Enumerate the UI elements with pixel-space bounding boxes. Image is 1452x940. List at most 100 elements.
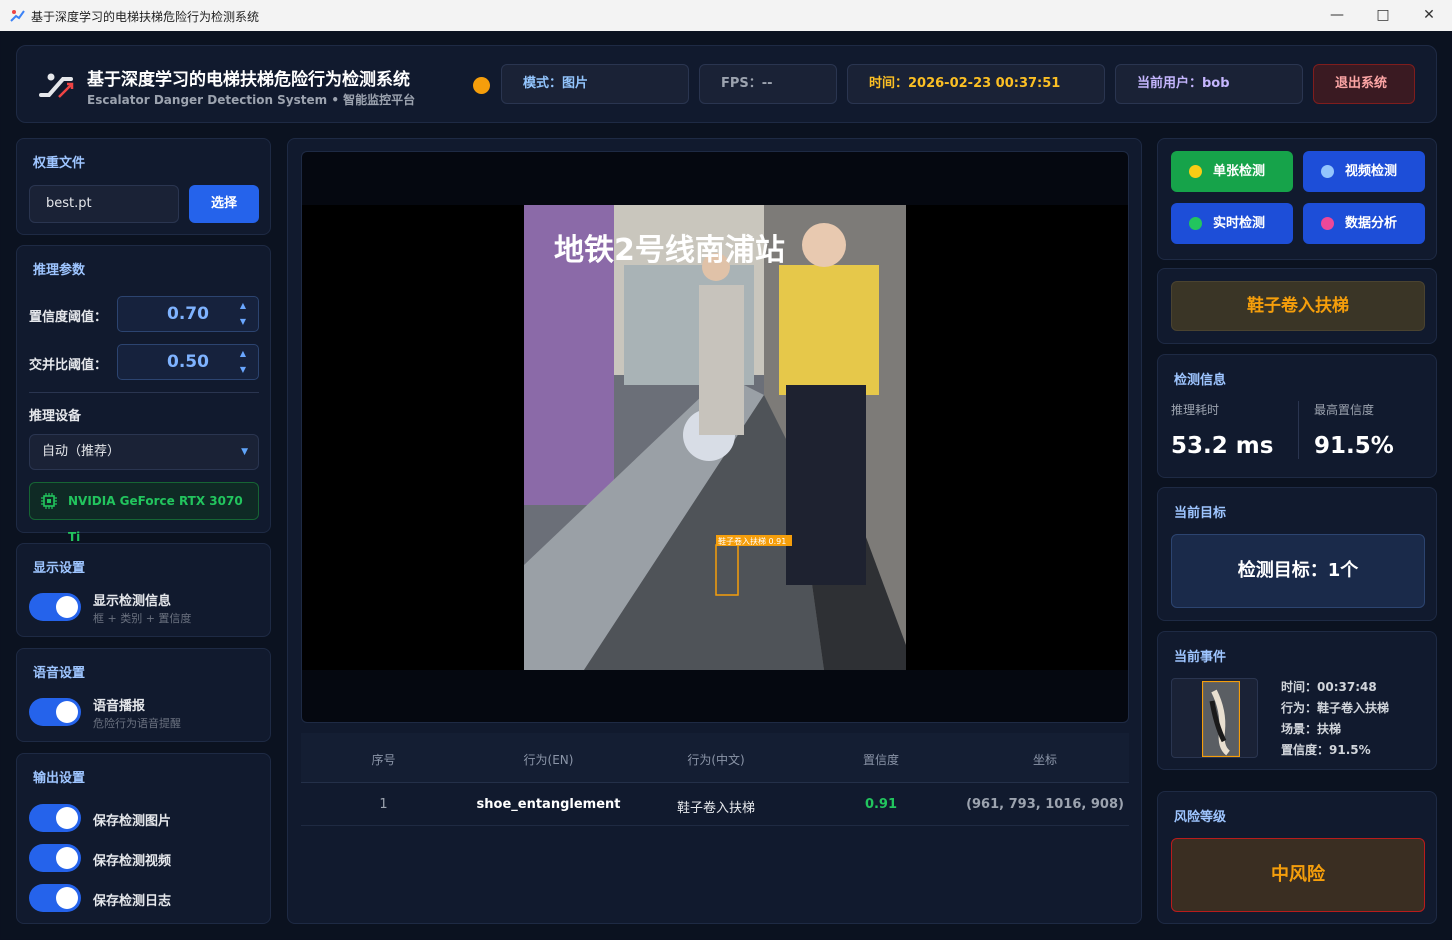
event-time: 时间：00:37:48 [1281,680,1377,694]
column-header[interactable]: 序号 [301,751,466,768]
minimize-button[interactable]: — [1314,0,1360,31]
event-thumbnail [1171,678,1258,758]
weights-panel: 权重文件 best.pt 选择 [16,138,271,235]
target-title: 当前目标 [1174,506,1227,521]
weights-title: 权重文件 [33,156,86,171]
voice-toggle[interactable] [29,698,81,726]
risk-panel: 风险等级 中风险 [1157,791,1437,924]
table-cell[interactable]: shoe_entanglement [466,797,631,812]
alert-panel: 鞋子卷入扶梯 [1157,268,1437,344]
max-confidence-label: 最高置信度 [1314,403,1375,417]
status-indicator [473,77,490,94]
button-label: 实时检测 [1213,216,1266,231]
display-panel: 显示设置 显示检测信息 框 + 类别 + 置信度 [16,543,271,637]
table-cell[interactable]: 0.91 [801,797,961,812]
iou-label: 交并比阈值： [29,358,108,373]
single-detect-button[interactable]: 单张检测 [1171,151,1293,192]
app-subtitle: Escalator Danger Detection System • 智能监控… [87,93,416,107]
current-alert: 鞋子卷入扶梯 [1171,281,1425,331]
status-dot-icon [1321,217,1334,230]
window-title: 基于深度学习的电梯扶梯危险行为检测系统 [31,10,260,24]
confidence-value: 0.70 [167,304,209,324]
display-title: 显示设置 [33,561,86,576]
inference-panel: 推理参数 置信度阈值： 0.70 ▲ ▼ 交并比阈值： 0.50 ▲ ▼ 推理设… [16,245,271,544]
show-info-label: 显示检测信息 [93,594,172,609]
target-count: 检测目标：1个 [1171,534,1425,608]
save-log-toggle[interactable] [29,884,81,912]
voice-label: 语音播报 [93,699,146,714]
results-table: 序号 行为(EN) 行为(中文) 置信度 坐标 1 shoe_entanglement 鞋子卷… [301,733,1129,827]
data-analysis-button[interactable]: 数据分析 [1303,203,1425,244]
image-viewer: 地铁2号线南浦站 鞋子卷入扶梯 0.91 [301,151,1129,723]
event-action: 行为：鞋子卷入扶梯 [1281,701,1390,715]
event-snapshot [1202,681,1240,757]
detection-box-label: 鞋子卷入扶梯 0.91 [718,536,786,546]
device-title: 推理设备 [29,409,82,424]
column-header[interactable]: 置信度 [801,751,961,768]
table-cell[interactable]: 1 [301,797,466,812]
divider [29,392,259,393]
table-cell[interactable]: 鞋子卷入扶梯 [631,797,801,816]
mode-buttons-panel: 单张检测 视频检测实时检测 数据分析 [1157,138,1437,260]
close-button[interactable]: ✕ [1406,0,1452,31]
status-dot-icon [1321,165,1334,178]
save-image-toggle[interactable] [29,804,81,832]
inference-time-value: 53.2 ms [1171,433,1274,459]
divider [1298,401,1299,459]
window-titlebar: 基于深度学习的电梯扶梯危险行为检测系统 — □ ✕ [0,0,1452,31]
save-log-label: 保存检测日志 [93,894,172,909]
event-scene: 场景：扶梯 [1281,722,1342,736]
image-caption: 地铁2号线南浦站 [554,233,785,268]
stepper-up-icon[interactable]: ▲ [240,350,246,358]
column-header[interactable]: 行为(EN) [466,751,631,768]
column-header[interactable]: 行为(中文) [631,751,801,768]
show-info-toggle[interactable] [29,593,81,621]
event-confidence: 置信度：91.5% [1281,743,1371,757]
button-label: 视频检测 [1345,164,1398,179]
detection-info-title: 检测信息 [1174,373,1227,388]
clock-display: 时间：2026-02-23 00:37:51 [847,64,1105,104]
weights-file-field[interactable]: best.pt [29,185,179,223]
video-detect-button[interactable]: 视频检测 [1303,151,1425,192]
chip-icon [41,493,57,509]
risk-level-badge: 中风险 [1171,838,1425,912]
center-panel: 地铁2号线南浦站 鞋子卷入扶梯 0.91 序号 行为(EN) 行为(中文) 置信度 坐标… [287,138,1142,924]
button-label: 数据分析 [1345,216,1398,231]
inference-time-label: 推理耗时 [1171,403,1220,417]
iou-value: 0.50 [167,352,209,372]
maximize-button[interactable]: □ [1360,0,1406,31]
confidence-stepper[interactable]: 0.70 ▲ ▼ [117,296,259,332]
device-select[interactable]: 自动（推荐） ▼ [29,434,259,470]
event-title: 当前事件 [1174,650,1227,665]
fps-display: FPS：-- [699,64,837,104]
event-panel: 当前事件 时间：00:37:48 行为：鞋子卷入扶梯 场景：扶梯 置信度：91.… [1157,631,1437,770]
stepper-down-icon[interactable]: ▼ [240,366,246,374]
max-confidence-value: 91.5% [1314,433,1394,459]
chevron-down-icon: ▼ [241,447,248,457]
logout-button[interactable]: 退出系统 [1313,64,1415,104]
save-video-label: 保存检测视频 [93,854,172,869]
select-weights-button[interactable]: 选择 [189,185,259,223]
realtime-detect-button[interactable]: 实时检测 [1171,203,1293,244]
detection-image: 地铁2号线南浦站 鞋子卷入扶梯 0.91 [524,205,906,670]
gpu-name: NVIDIA GeForce RTX 3070 Ti [68,494,243,544]
status-dot-icon [1189,165,1202,178]
stepper-down-icon[interactable]: ▼ [240,318,246,326]
save-image-label: 保存检测图片 [93,814,172,829]
iou-stepper[interactable]: 0.50 ▲ ▼ [117,344,259,380]
gpu-badge: NVIDIA GeForce RTX 3070 Ti [29,482,259,544]
app-icon [10,10,25,22]
voice-sub: 危险行为语音提醒 [93,717,181,730]
output-title: 输出设置 [33,771,86,786]
button-label: 单张检测 [1213,164,1266,179]
output-panel: 输出设置 保存检测图片 保存检测视频 保存检测日志 [16,753,271,924]
table-cell[interactable]: (961, 793, 1016, 908) [961,797,1129,812]
stepper-up-icon[interactable]: ▲ [240,302,246,310]
mode-display: 模式：图片 [501,64,689,104]
save-video-toggle[interactable] [29,844,81,872]
row-divider [301,825,1129,826]
voice-panel: 语音设置 语音播报 危险行为语音提醒 [16,648,271,742]
show-info-sub: 框 + 类别 + 置信度 [93,612,192,625]
device-select-value: 自动（推荐） [42,444,121,459]
column-header[interactable]: 坐标 [961,751,1129,768]
